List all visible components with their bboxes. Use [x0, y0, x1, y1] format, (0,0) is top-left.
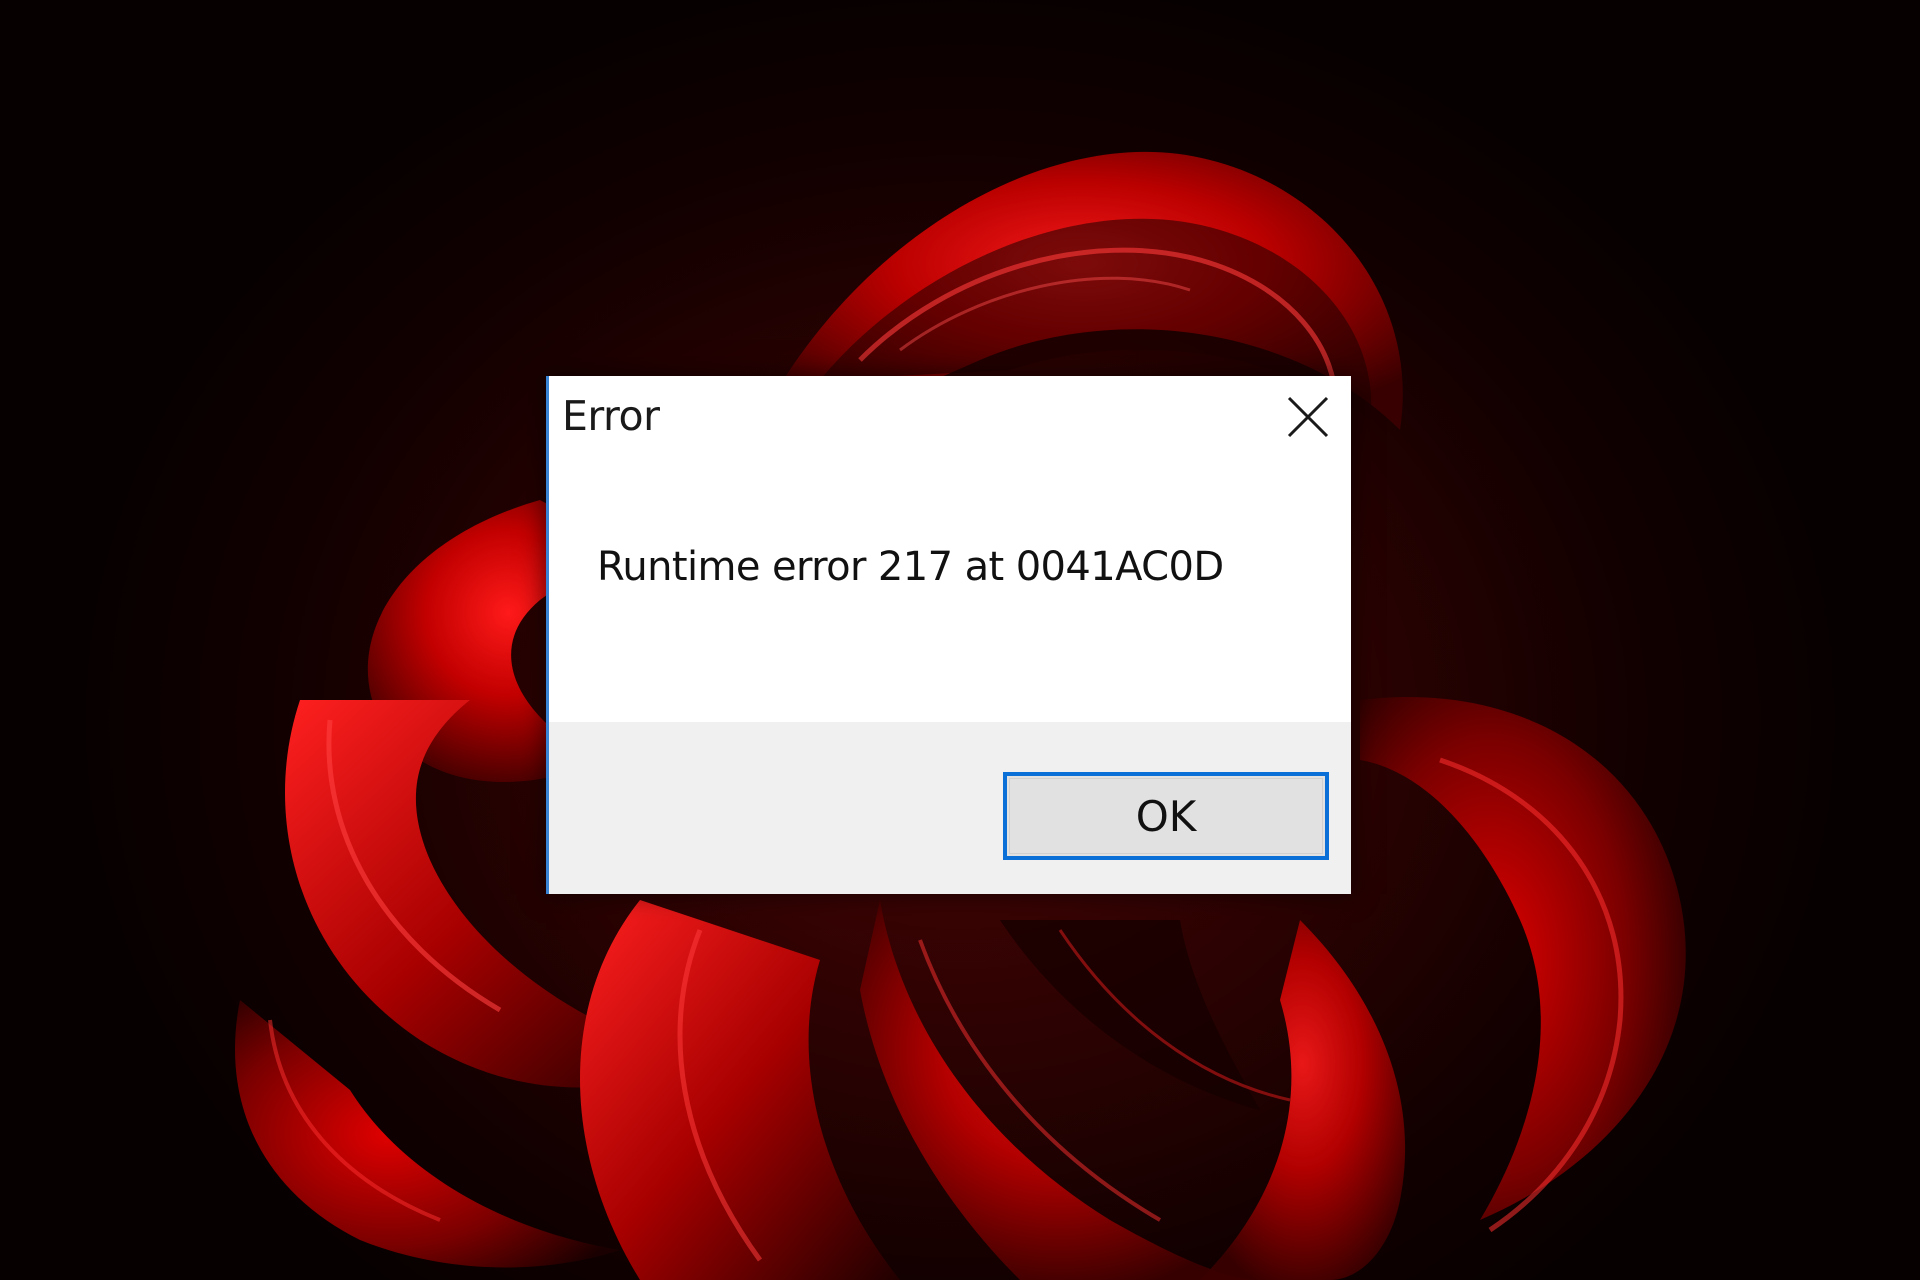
error-message: Runtime error 217 at 0041AC0D	[597, 544, 1224, 590]
dialog-button-bar: OK	[549, 722, 1351, 894]
ok-button[interactable]: OK	[1003, 772, 1329, 860]
dialog-title-bar[interactable]: Error	[549, 376, 1351, 458]
dialog-title: Error	[562, 392, 660, 440]
ok-button-label: OK	[1135, 791, 1197, 841]
error-dialog: Error Runtime error 217 at 0041AC0D OK	[546, 376, 1351, 894]
dialog-message-area: Runtime error 217 at 0041AC0D	[549, 458, 1351, 698]
close-button[interactable]	[1273, 384, 1343, 450]
close-icon	[1287, 396, 1329, 438]
desktop-wallpaper: Error Runtime error 217 at 0041AC0D OK	[0, 0, 1920, 1280]
